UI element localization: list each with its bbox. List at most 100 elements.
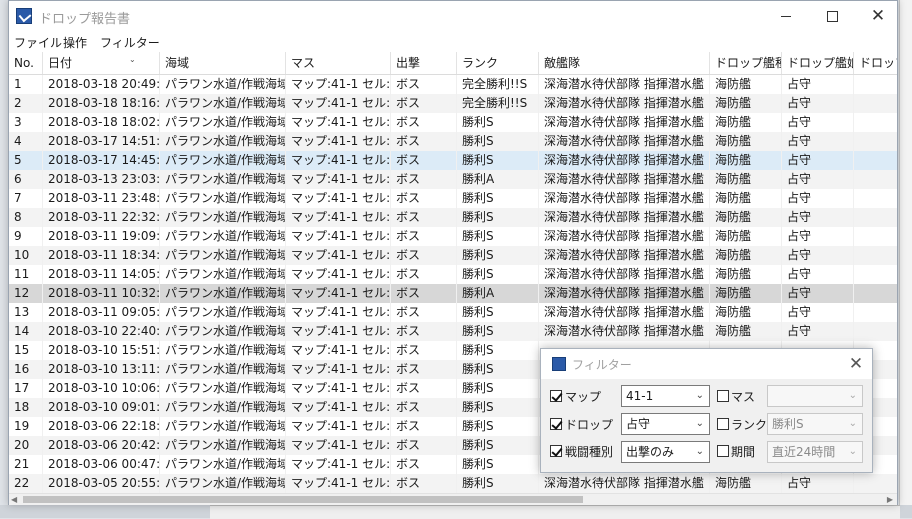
cell-select[interactable]: ⌄ [767,385,863,407]
menu-file[interactable]: ファイル [14,34,62,51]
cell-drop-type: 海防艦 [710,189,782,208]
filter-dialog-title-bar[interactable]: フィルター ✕ [541,349,872,379]
cell-cell: マップ:41-1 セル:18 [286,227,391,246]
cell-rank: 勝利S [457,189,539,208]
column-header-rank[interactable]: ランク [457,52,539,74]
table-row[interactable]: 22018-03-18 18:16:34パラワン水道/作戦海域マップ:41-1 … [9,94,897,113]
cell-no: 5 [9,151,43,170]
scroll-right-icon[interactable]: ▶ [887,495,893,504]
table-row[interactable]: 102018-03-11 18:34:51パラワン水道/作戦海域マップ:41-1… [9,246,897,265]
cell-area: パラワン水道/作戦海域 [160,151,286,170]
cell-rank: 勝利S [457,341,539,360]
cell-drop-type: 海防艦 [710,265,782,284]
dialog-app-icon [552,357,566,371]
cell-no: 2 [9,94,43,113]
column-header-drop-item[interactable]: ドロップア [854,52,897,74]
column-header-drop-ship[interactable]: ドロップ艦娘 [782,52,854,74]
cell-rank: 勝利S [457,227,539,246]
column-header-no[interactable]: No. [9,52,43,74]
cell-no: 7 [9,189,43,208]
rank-checkbox[interactable] [717,418,729,430]
rank-select-value: 勝利S [772,417,804,431]
cell-no: 11 [9,265,43,284]
cell-drop-item [854,113,897,132]
table-row[interactable]: 52018-03-17 14:45:52パラワン水道/作戦海域マップ:41-1 … [9,151,897,170]
column-header-sortie[interactable]: 出撃 [391,52,457,74]
cell-drop-type: 海防艦 [710,75,782,94]
horizontal-scrollbar[interactable]: ◀ ▶ [9,493,897,505]
cell-no: 9 [9,227,43,246]
cell-rank: 勝利S [457,474,539,493]
table-row[interactable]: 72018-03-11 23:48:01パラワン水道/作戦海域マップ:41-1 … [9,189,897,208]
table-row[interactable]: 112018-03-11 14:05:36パラワン水道/作戦海域マップ:41-1… [9,265,897,284]
close-button[interactable]: ✕ [855,1,901,32]
cell-date: 2018-03-11 14:05:36 [43,265,160,284]
cell-date: 2018-03-10 10:06:50 [43,379,160,398]
cell-area: パラワン水道/作戦海域 [160,303,286,322]
menu-operations[interactable]: 操作 [63,34,87,51]
period-select[interactable]: 直近24時間 ⌄ [767,441,863,463]
cell-checkbox[interactable] [717,390,729,402]
map-label: マップ [565,390,602,404]
rank-select[interactable]: 勝利S ⌄ [767,413,863,435]
table-row[interactable]: 62018-03-13 23:03:28パラワン水道/作戦海域マップ:41-1 … [9,170,897,189]
filter-dialog-title: フィルター [572,358,632,372]
cell-drop-item [854,265,897,284]
cell-no: 4 [9,132,43,151]
table-row[interactable]: 142018-03-10 22:40:49パラワン水道/作戦海域マップ:41-1… [9,322,897,341]
column-header-cell[interactable]: マス [286,52,391,74]
cell-drop-item [854,284,897,303]
column-header-date-label: 日付 [48,56,73,70]
cell-rank: 勝利S [457,151,539,170]
table-row[interactable]: 12018-03-18 20:49:32パラワン水道/作戦海域マップ:41-1 … [9,75,897,94]
map-checkbox[interactable] [550,390,562,402]
column-header-enemy-fleet[interactable]: 敵艦隊 [539,52,710,74]
table-row[interactable]: 32018-03-18 18:02:39パラワン水道/作戦海域マップ:41-1 … [9,113,897,132]
cell-rank: 完全勝利!!S [457,75,539,94]
cell-area: パラワン水道/作戦海域 [160,265,286,284]
scrollbar-thumb[interactable] [23,496,583,503]
title-bar[interactable]: ドロップ報告書 ✕ [9,1,897,32]
cell-cell: マップ:41-1 セル:18 [286,208,391,227]
cell-no: 12 [9,284,43,303]
cell-date: 2018-03-06 00:47:54 [43,455,160,474]
drop-checkbox[interactable] [550,418,562,430]
filter-close-icon[interactable]: ✕ [841,352,871,376]
cell-drop-ship: 占守 [782,75,854,94]
cell-area: パラワン水道/作戦海域 [160,360,286,379]
maximize-button[interactable] [809,1,855,32]
cell-drop-type: 海防艦 [710,170,782,189]
table-row[interactable]: 82018-03-11 22:32:34パラワン水道/作戦海域マップ:41-1 … [9,208,897,227]
cell-drop-item [854,208,897,227]
column-header-date[interactable]: 日付 ⌄ [43,52,160,74]
scroll-left-icon[interactable]: ◀ [11,495,17,504]
cell-date: 2018-03-11 18:34:51 [43,246,160,265]
cell-sortie: ボス [391,474,457,493]
cell-area: パラワン水道/作戦海域 [160,132,286,151]
map-select[interactable]: 41-1 ⌄ [621,385,710,407]
column-header-area[interactable]: 海域 [160,52,286,74]
table-row[interactable]: 122018-03-11 10:32:34パラワン水道/作戦海域マップ:41-1… [9,284,897,303]
chevron-down-icon: ⌄ [848,390,857,401]
cell-enemy-fleet: 深海潜水待伏部隊 指揮潜水艦 [539,246,710,265]
minimize-button[interactable] [763,1,809,32]
cell-date: 2018-03-13 23:03:28 [43,170,160,189]
column-header-drop-type[interactable]: ドロップ艦種 [710,52,782,74]
cell-drop-type: 海防艦 [710,94,782,113]
cell-sortie: ボス [391,189,457,208]
cell-drop-ship: 占守 [782,474,854,493]
table-row[interactable]: 42018-03-17 14:51:24パラワン水道/作戦海域マップ:41-1 … [9,132,897,151]
cell-rank: 勝利S [457,455,539,474]
battle-type-select[interactable]: 出撃のみ ⌄ [621,441,710,463]
cell-date: 2018-03-10 22:40:49 [43,322,160,341]
table-row[interactable]: 222018-03-05 20:55:49パラワン水道/作戦海域マップ:41-1… [9,474,897,493]
cell-drop-item [854,322,897,341]
table-row[interactable]: 132018-03-11 09:05:07パラワン水道/作戦海域マップ:41-1… [9,303,897,322]
minimize-icon [781,16,791,17]
battle-type-checkbox[interactable] [550,445,562,457]
menu-filter[interactable]: フィルター [100,34,160,51]
cell-no: 16 [9,360,43,379]
table-row[interactable]: 92018-03-11 19:09:42パラワン水道/作戦海域マップ:41-1 … [9,227,897,246]
period-checkbox[interactable] [717,445,729,457]
drop-select[interactable]: 占守 ⌄ [621,413,710,435]
